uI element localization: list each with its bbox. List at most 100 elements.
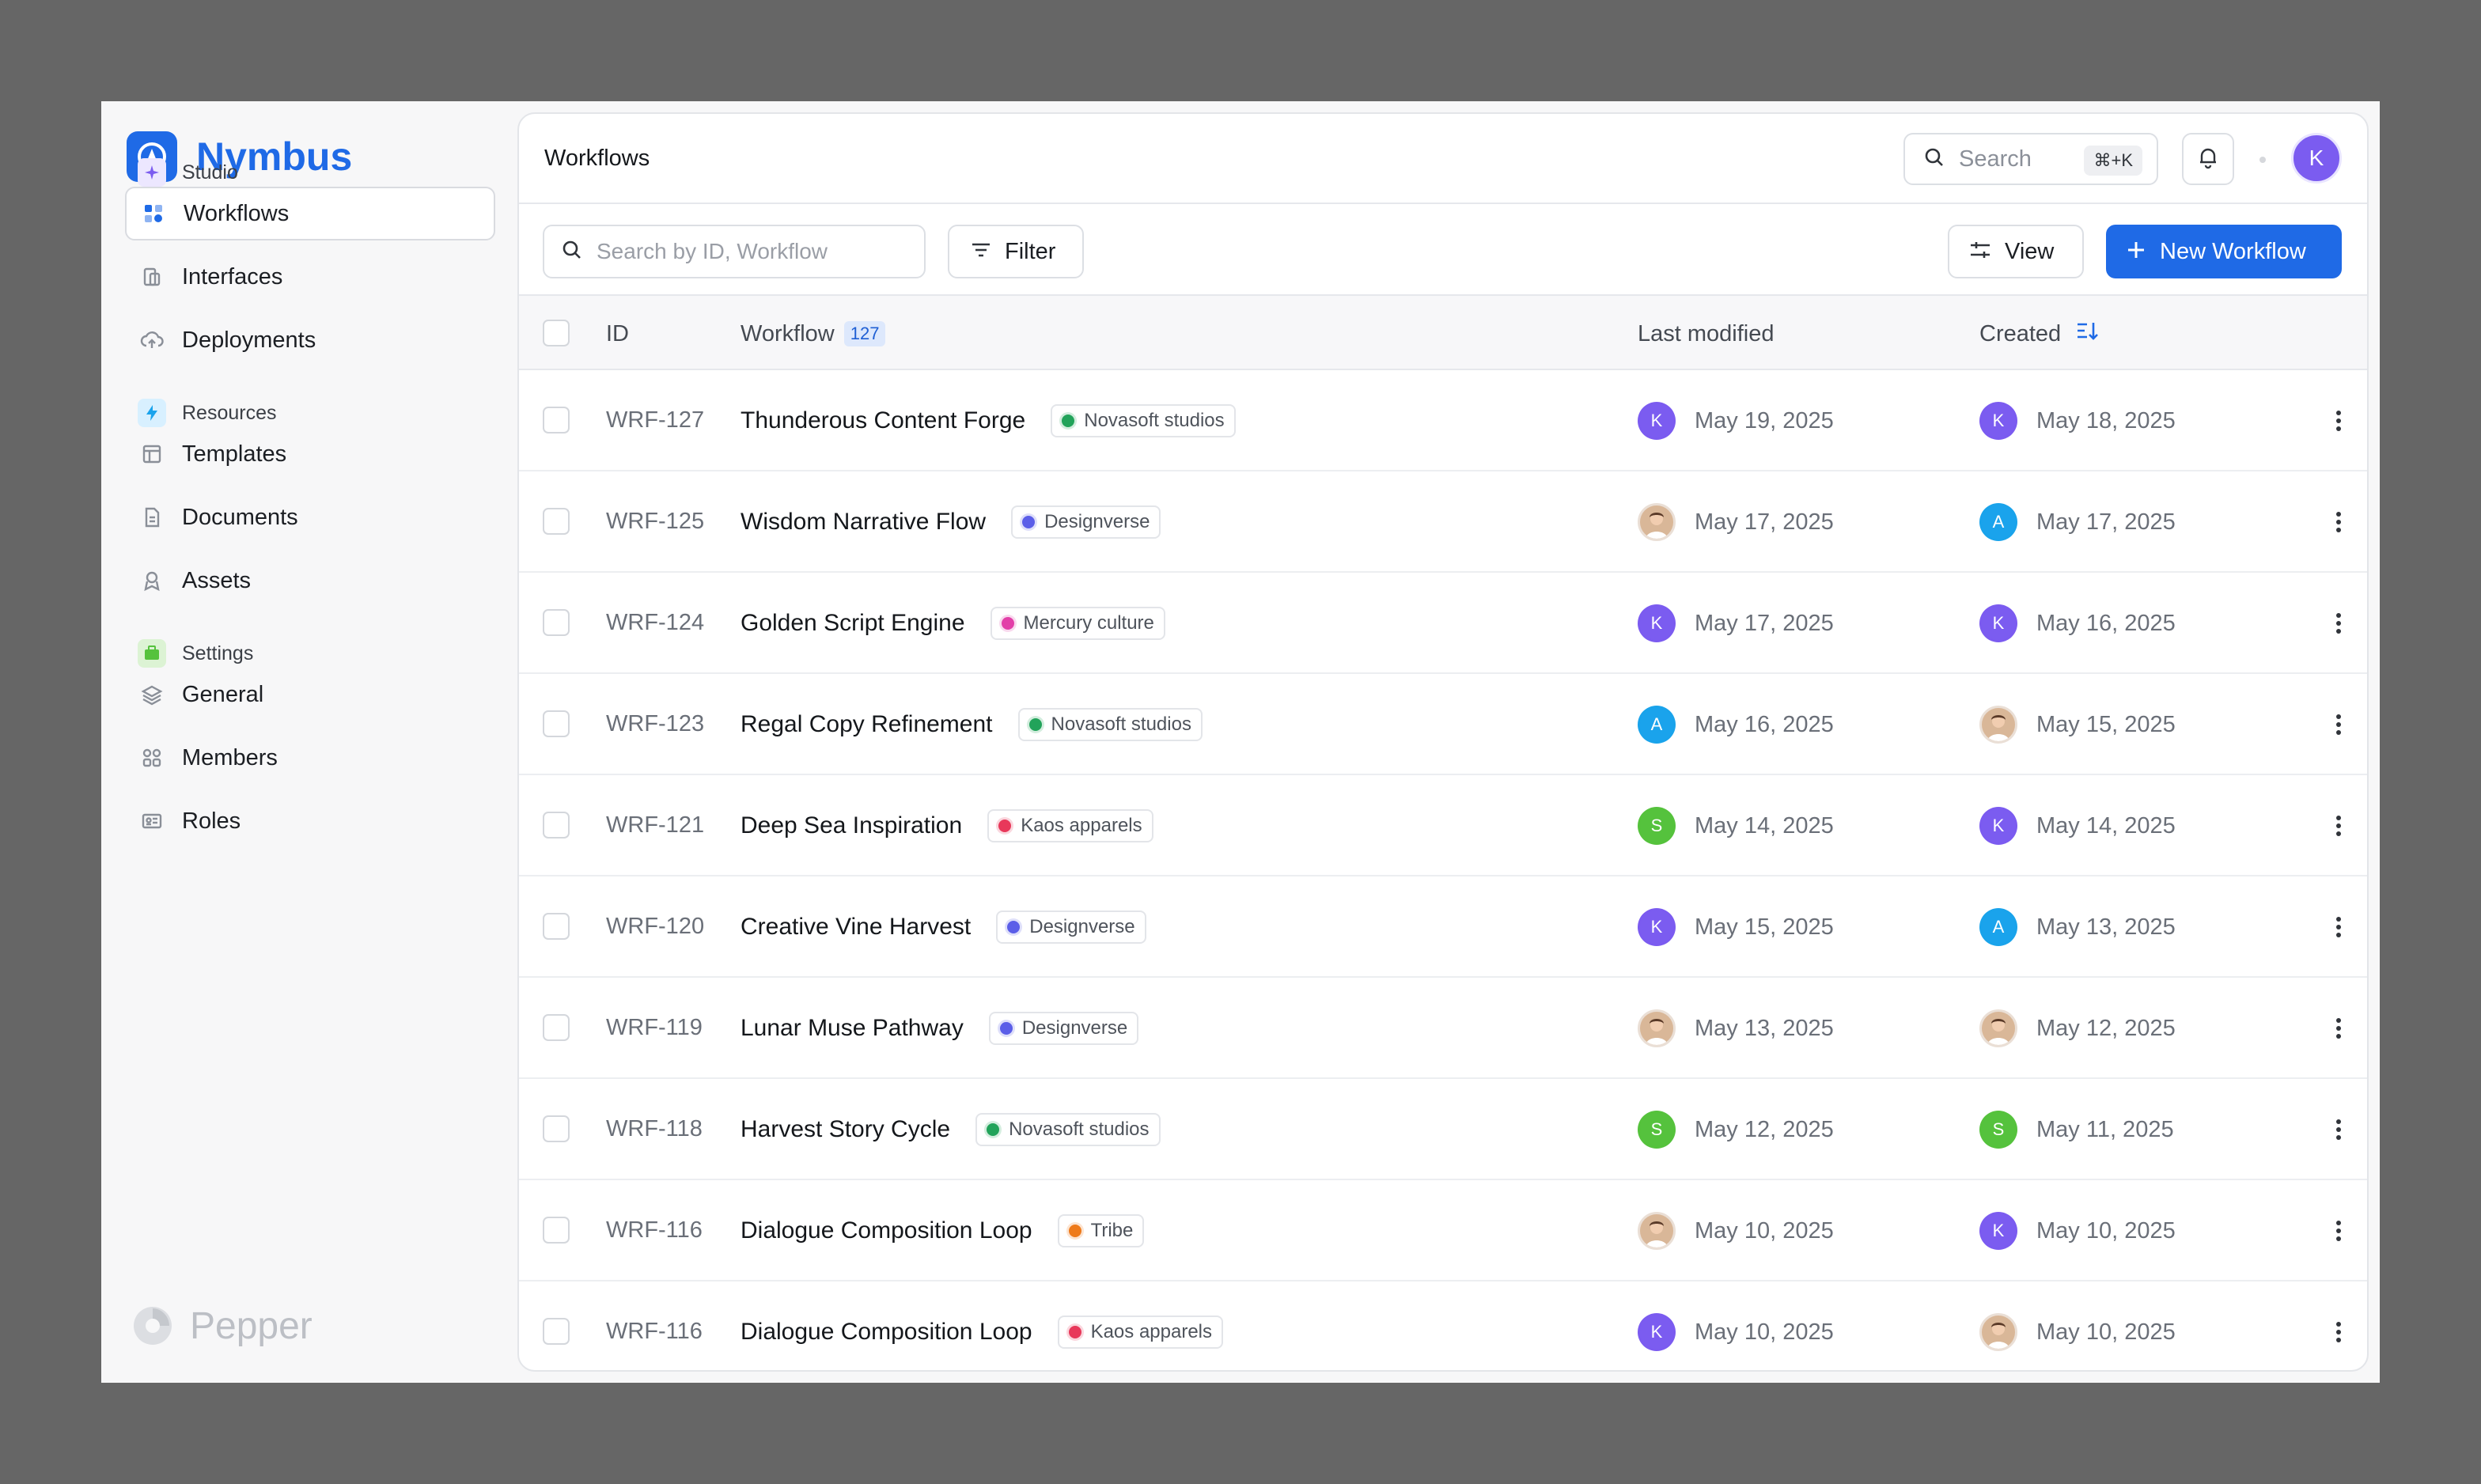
row-checkbox[interactable] <box>543 1115 570 1142</box>
more-icon[interactable] <box>2323 911 2354 943</box>
table-row[interactable]: WRF-125 Wisdom Narrative Flow Designverse M… <box>519 471 2367 573</box>
sidebar-item-general[interactable]: General <box>125 668 495 721</box>
sort-icon[interactable] <box>2075 320 2099 348</box>
table-row[interactable]: WRF-116 Dialogue Composition Loop Kaos app… <box>519 1281 2367 1370</box>
workflow-name[interactable]: Wisdom Narrative Flow <box>741 509 986 536</box>
column-created[interactable]: Created <box>1979 320 2099 348</box>
modified-date: May 10, 2025 <box>1695 1217 1834 1244</box>
table-row[interactable]: WRF-123 Regal Copy Refinement Novasoft stu… <box>519 674 2367 775</box>
table-row[interactable]: WRF-121 Deep Sea Inspiration Kaos apparels… <box>519 775 2367 876</box>
table-row[interactable]: WRF-119 Lunar Muse Pathway Designverse May … <box>519 978 2367 1079</box>
sidebar-item-roles[interactable]: Roles <box>125 794 495 848</box>
tag-dot-icon <box>998 820 1012 832</box>
page-title: Workflows <box>544 146 650 171</box>
workflow-name[interactable]: Harvest Story Cycle <box>741 1116 950 1143</box>
tag-label: Tribe <box>1090 1220 1134 1241</box>
row-checkbox[interactable] <box>543 1318 570 1345</box>
app-window: Nymbus Studio Workflows Interfaces Deplo… <box>101 101 2380 1383</box>
new-workflow-button[interactable]: New Workflow <box>2106 225 2342 278</box>
cell-id: WRF-119 <box>606 1015 703 1040</box>
more-icon[interactable] <box>2323 608 2354 639</box>
sliders-icon <box>1968 239 1992 265</box>
more-icon[interactable] <box>2323 405 2354 437</box>
workflow-name[interactable]: Thunderous Content Forge <box>741 407 1025 434</box>
cell-workflow: Golden Script Engine Mercury culture <box>741 606 1165 641</box>
cell-created: K May 10, 2025 <box>1979 1212 2176 1250</box>
more-icon[interactable] <box>2323 1013 2354 1044</box>
workflow-name[interactable]: Creative Vine Harvest <box>741 914 971 941</box>
cell-created: A May 13, 2025 <box>1979 908 2176 946</box>
created-date: May 12, 2025 <box>2036 1015 2176 1041</box>
pepper-logo-icon <box>131 1300 174 1352</box>
sidebar-item-workflows[interactable]: Workflows <box>125 187 495 240</box>
layers-icon <box>138 680 166 709</box>
workflow-name[interactable]: Lunar Muse Pathway <box>741 1015 964 1042</box>
table-row[interactable]: WRF-116 Dialogue Composition Loop Tribe May… <box>519 1180 2367 1281</box>
view-button[interactable]: View <box>1948 225 2084 278</box>
sidebar-item-deployments[interactable]: Deployments <box>125 313 495 367</box>
row-checkbox[interactable] <box>543 913 570 940</box>
row-checkbox[interactable] <box>543 710 570 737</box>
table-row[interactable]: WRF-120 Creative Vine Harvest Designverse K… <box>519 876 2367 978</box>
search-box <box>543 225 926 278</box>
cell-workflow: Dialogue Composition Loop Kaos apparels <box>741 1315 1224 1350</box>
created-date: May 17, 2025 <box>2036 509 2176 535</box>
sidebar-item-templates[interactable]: Templates <box>125 427 495 481</box>
sidebar-item-documents[interactable]: Documents <box>125 490 495 544</box>
notifications-button[interactable] <box>2182 133 2234 185</box>
user-avatar: S <box>1638 1111 1676 1149</box>
cell-created: May 15, 2025 <box>1979 706 2176 744</box>
cell-workflow: Harvest Story Cycle Novasoft studios <box>741 1112 1161 1147</box>
cell-last-modified: K May 15, 2025 <box>1638 908 1834 946</box>
section-label: Resources <box>182 401 277 424</box>
search-input[interactable] <box>597 239 913 264</box>
sidebar-item-members[interactable]: Members <box>125 731 495 785</box>
row-checkbox[interactable] <box>543 609 570 636</box>
workflow-name[interactable]: Golden Script Engine <box>741 610 965 637</box>
column-workflow[interactable]: Workflow 127 <box>741 320 886 348</box>
row-checkbox[interactable] <box>543 508 570 535</box>
tag-dot-icon <box>1062 415 1075 427</box>
more-icon[interactable] <box>2323 1215 2354 1247</box>
row-checkbox[interactable] <box>543 1217 570 1244</box>
user-avatar: K <box>1979 807 2017 845</box>
more-icon[interactable] <box>2323 1316 2354 1348</box>
modified-date: May 17, 2025 <box>1695 509 1834 535</box>
workflow-name[interactable]: Dialogue Composition Loop <box>741 1319 1032 1346</box>
modified-date: May 15, 2025 <box>1695 914 1834 940</box>
user-avatar[interactable]: K <box>2291 133 2342 184</box>
row-checkbox[interactable] <box>543 407 570 433</box>
column-created-label: Created <box>1979 320 2062 346</box>
table-row[interactable]: WRF-127 Thunderous Content Forge Novasoft … <box>519 370 2367 471</box>
modified-date: May 12, 2025 <box>1695 1116 1834 1142</box>
user-avatar: A <box>1979 908 2017 946</box>
select-all-checkbox[interactable] <box>543 320 570 346</box>
table-row[interactable]: WRF-124 Golden Script Engine Mercury cultu… <box>519 573 2367 674</box>
interfaces-icon <box>138 263 166 291</box>
template-icon <box>138 440 166 468</box>
column-id[interactable]: ID <box>606 320 629 348</box>
table-row[interactable]: WRF-118 Harvest Story Cycle Novasoft studi… <box>519 1079 2367 1180</box>
filter-button[interactable]: Filter <box>948 225 1084 278</box>
section-label: Studio <box>182 161 238 184</box>
sidebar-item-assets[interactable]: Assets <box>125 554 495 608</box>
column-last-modified[interactable]: Last modified <box>1638 320 1775 348</box>
cell-last-modified: K May 19, 2025 <box>1638 402 1834 440</box>
sidebar-item-interfaces[interactable]: Interfaces <box>125 250 495 304</box>
cell-workflow: Creative Vine Harvest Designverse <box>741 910 1146 945</box>
more-icon[interactable] <box>2323 810 2354 842</box>
row-checkbox[interactable] <box>543 1014 570 1041</box>
workflow-name[interactable]: Dialogue Composition Loop <box>741 1217 1032 1244</box>
workflow-name[interactable]: Deep Sea Inspiration <box>741 812 962 839</box>
cell-created: May 12, 2025 <box>1979 1009 2176 1047</box>
global-search-button[interactable]: Search ⌘+K <box>1903 133 2158 185</box>
cell-last-modified: S May 14, 2025 <box>1638 807 1834 845</box>
more-icon[interactable] <box>2323 506 2354 538</box>
workspace-tag: Tribe <box>1057 1214 1145 1247</box>
user-avatar: S <box>1638 807 1676 845</box>
row-checkbox[interactable] <box>543 812 570 839</box>
workflow-name[interactable]: Regal Copy Refinement <box>741 711 993 738</box>
more-icon[interactable] <box>2323 709 2354 740</box>
more-icon[interactable] <box>2323 1114 2354 1145</box>
user-avatar: K <box>1638 604 1676 642</box>
